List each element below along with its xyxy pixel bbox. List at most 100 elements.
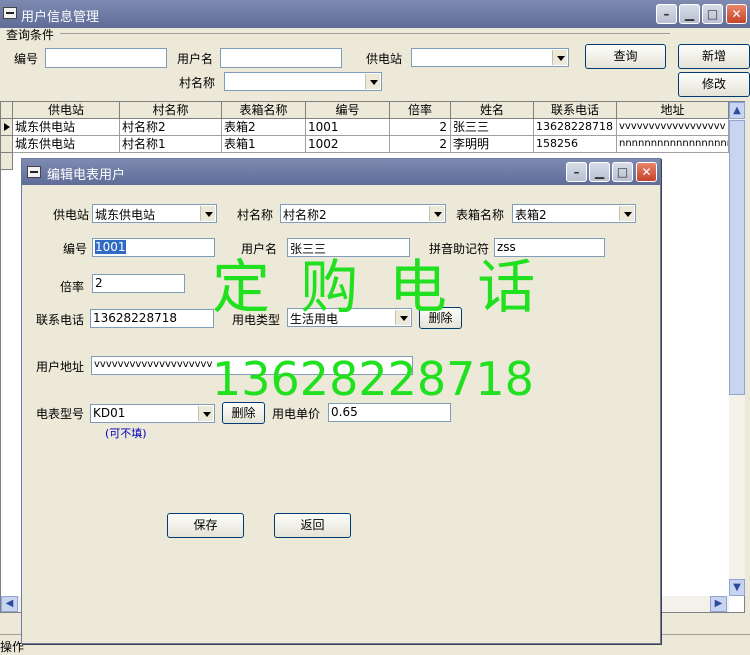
village-label: 村名称 (237, 208, 274, 222)
table-cell[interactable]: 城东供电站 (13, 136, 120, 153)
modify-button[interactable]: 修改 (678, 72, 750, 97)
query-group-label: 查询条件 (6, 28, 55, 42)
village-select-value: 村名称2 (283, 208, 327, 222)
scroll-thumb[interactable] (729, 120, 745, 395)
table-cell[interactable]: 2 (390, 119, 451, 136)
dialog-restore-button[interactable]: ▁ (589, 162, 610, 182)
chevron-down-icon[interactable] (552, 50, 567, 65)
id-input-value: 1001 (95, 240, 126, 254)
main-titlebar: 用户信息管理 – ▁ □ ✕ (0, 0, 750, 28)
col-header-ratio[interactable]: 倍率 (390, 102, 451, 119)
scroll-left-button[interactable]: ◀ (1, 596, 18, 612)
query-village-label: 村名称 (179, 76, 216, 90)
table-cell[interactable]: 表箱1 (222, 136, 306, 153)
scroll-up-button[interactable]: ▲ (729, 102, 745, 119)
price-label: 用电单价 (272, 407, 321, 421)
table-cell[interactable]: 1002 (306, 136, 390, 153)
chevron-down-icon[interactable] (429, 206, 444, 221)
col-header-id[interactable]: 编号 (306, 102, 390, 119)
col-header-station[interactable]: 供电站 (13, 102, 120, 119)
dialog-minimize-button[interactable]: – (566, 162, 587, 182)
query-station-label: 供电站 (366, 52, 403, 66)
table-cell[interactable]: vvvvvvvvvvvvvvvvvv (617, 119, 729, 136)
box-name-label: 表箱名称 (456, 208, 505, 222)
dialog-title: 编辑电表用户 (47, 168, 126, 183)
close-icon: ✕ (641, 165, 652, 179)
box-name-select[interactable]: 表箱2 (512, 204, 636, 223)
back-button[interactable]: 返回 (274, 513, 351, 538)
chevron-down-icon[interactable] (619, 206, 634, 221)
query-village-select[interactable] (224, 72, 382, 91)
restore-icon: ▁ (594, 165, 605, 179)
table-cell[interactable]: 村名称2 (120, 119, 222, 136)
dialog-icon (27, 166, 41, 178)
maximize-icon: □ (616, 165, 629, 179)
phone-input[interactable]: 13628228718 (90, 309, 214, 328)
vertical-scrollbar[interactable]: ▲ ▼ (729, 102, 745, 596)
col-header-address[interactable]: 地址 (617, 102, 729, 119)
table-cell[interactable]: 李明明 (451, 136, 534, 153)
table-cell[interactable]: nnnnnnnnnnnnnnnnnn (617, 136, 729, 153)
station-select-value: 城东供电站 (95, 208, 156, 222)
row-indicator[interactable] (1, 119, 13, 136)
table-cell[interactable]: 158256 (534, 136, 617, 153)
id-input[interactable]: 1001 (92, 238, 215, 257)
table-cell[interactable]: 张三三 (451, 119, 534, 136)
query-group-line (60, 33, 670, 34)
col-header-box[interactable]: 表箱名称 (222, 102, 306, 119)
chevron-down-icon[interactable] (365, 74, 380, 89)
box-name-select-value: 表箱2 (515, 208, 547, 222)
station-label: 供电站 (53, 208, 90, 222)
table-cell[interactable]: 村名称1 (120, 136, 222, 153)
station-select[interactable]: 城东供电站 (92, 204, 217, 223)
phone-label: 联系电话 (36, 313, 85, 327)
meter-model-select[interactable]: KD01 (90, 404, 215, 423)
phone-input-value: 13628228718 (93, 311, 177, 325)
table-cell[interactable]: 1001 (306, 119, 390, 136)
close-icon: ✕ (731, 7, 742, 21)
col-header-village[interactable]: 村名称 (120, 102, 222, 119)
dialog-maximize-button[interactable]: □ (612, 162, 633, 182)
scroll-right-button[interactable]: ▶ (710, 596, 727, 612)
meter-model-label: 电表型号 (36, 407, 85, 421)
app-icon (3, 7, 17, 19)
dialog-titlebar: 编辑电表用户 – ▁ □ ✕ (22, 159, 660, 185)
chevron-down-icon[interactable] (198, 406, 213, 421)
scroll-down-button[interactable]: ▼ (729, 579, 745, 596)
chevron-down-icon[interactable] (200, 206, 215, 221)
table-cell[interactable]: 13628228718 (534, 119, 617, 136)
ratio-input[interactable]: 2 (92, 274, 185, 293)
meter-model-select-value: KD01 (93, 406, 126, 420)
table-cell[interactable]: 城东供电站 (13, 119, 120, 136)
query-username-input[interactable] (220, 48, 342, 68)
price-input-value: 0.65 (331, 405, 358, 419)
row-indicator[interactable] (1, 136, 13, 153)
watermark-line1: 定 购 电 话 (212, 253, 542, 321)
col-header-phone[interactable]: 联系电话 (534, 102, 617, 119)
dialog-close-button[interactable]: ✕ (636, 162, 657, 182)
query-button[interactable]: 查询 (585, 44, 666, 69)
village-select[interactable]: 村名称2 (280, 204, 446, 223)
table-cell[interactable]: 2 (390, 136, 451, 153)
row-indicator[interactable] (1, 153, 13, 170)
current-row-arrow-icon (4, 123, 10, 131)
col-header-name[interactable]: 姓名 (451, 102, 534, 119)
grid-corner (1, 102, 13, 119)
address-label: 用户地址 (36, 360, 85, 374)
id-label: 编号 (63, 242, 88, 256)
ratio-input-value: 2 (95, 276, 103, 290)
watermark-line2: 13628228718 (212, 352, 534, 406)
minimize-button[interactable]: – (656, 4, 677, 24)
address-input-value: vvvvvvvvvvvvvvvvvvvv (94, 359, 213, 370)
main-title: 用户信息管理 (21, 10, 100, 25)
query-station-select[interactable] (411, 48, 569, 67)
close-button[interactable]: ✕ (726, 4, 747, 24)
maximize-button[interactable]: □ (702, 4, 723, 24)
query-id-input[interactable] (45, 48, 167, 68)
maximize-icon: □ (706, 7, 719, 21)
add-button[interactable]: 新增 (678, 44, 750, 69)
restore-button[interactable]: ▁ (679, 4, 700, 24)
query-username-label: 用户名 (177, 52, 214, 66)
table-cell[interactable]: 表箱2 (222, 119, 306, 136)
save-button[interactable]: 保存 (167, 513, 244, 538)
